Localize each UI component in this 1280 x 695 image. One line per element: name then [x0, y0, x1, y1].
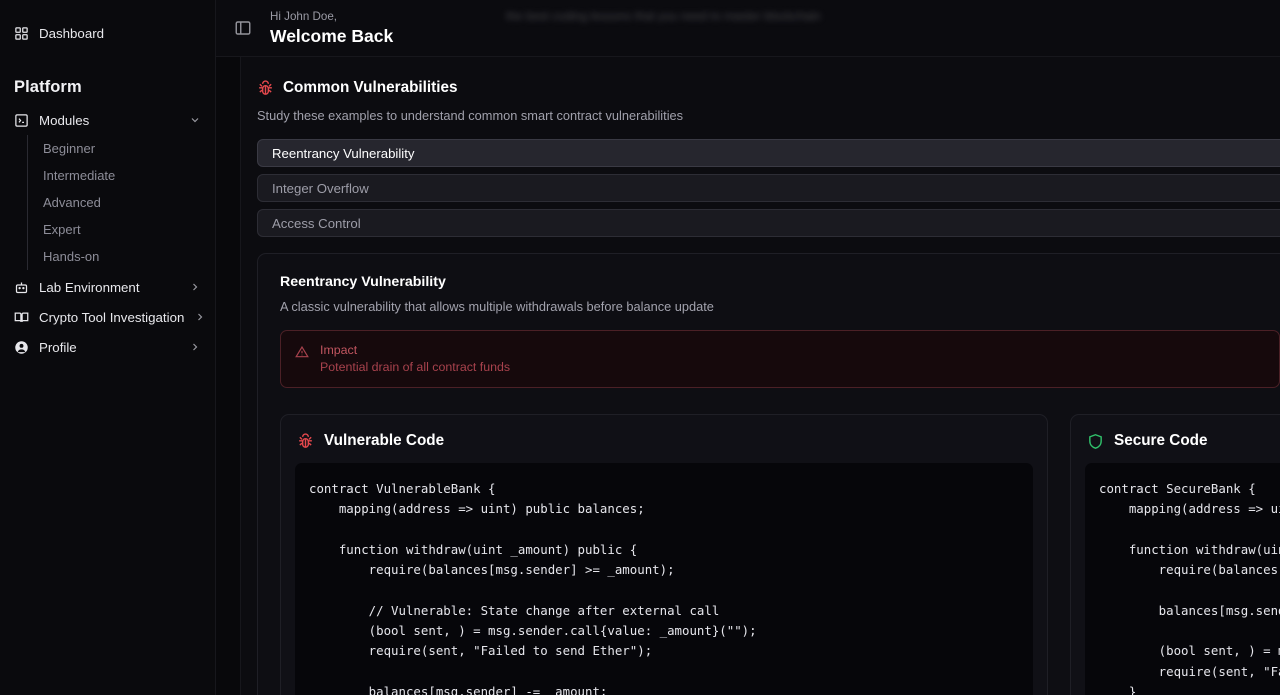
shield-icon: [1087, 433, 1104, 450]
robot-icon: [14, 280, 29, 295]
bug-icon: [257, 79, 274, 97]
vulnerable-code-card: Vulnerable Code contract VulnerableBank …: [280, 414, 1048, 695]
code-comparison: Vulnerable Code contract VulnerableBank …: [280, 414, 1280, 695]
tab-reentrancy-vulnerability[interactable]: Reentrancy Vulnerability: [257, 139, 1280, 167]
section-subtitle: Study these examples to understand commo…: [257, 108, 684, 123]
greeting: Hi John Doe, Welcome Back: [270, 9, 393, 48]
section-header: Common Vulnerabilities: [257, 79, 1280, 97]
sidebar-item-crypto-tool-investigation[interactable]: Crypto Tool Investigation: [0, 302, 215, 332]
chevron-right-icon[interactable]: [189, 341, 201, 353]
vulnerable-code-block[interactable]: contract VulnerableBank { mapping(addres…: [295, 463, 1033, 695]
impact-label: Impact: [320, 343, 358, 357]
detail-title: Reentrancy Vulnerability: [280, 274, 446, 290]
sidebar-subitem-label: Expert: [43, 222, 81, 237]
sidebar-subitem-beginner[interactable]: Beginner: [28, 135, 215, 162]
sidebar-section-title: Platform: [14, 78, 82, 96]
sidebar-item-modules[interactable]: Modules: [0, 105, 215, 135]
blurred-banner-text: the best coding lessons that you need to…: [506, 9, 821, 23]
vulnerability-tab-list: Reentrancy Vulnerability Integer Overflo…: [257, 139, 1280, 237]
grid-dashboard-icon: [14, 26, 29, 41]
secure-code-title: Secure Code: [1114, 432, 1208, 449]
book-open-icon: [14, 310, 29, 325]
sidebar: Dashboard Platform Modules Beginner Inte…: [0, 0, 216, 695]
content-panel: Common Vulnerabilities Study these examp…: [240, 57, 1280, 695]
chevron-right-icon[interactable]: [189, 281, 201, 293]
section-title: Common Vulnerabilities: [283, 79, 458, 96]
detail-description: A classic vulnerability that allows mult…: [280, 299, 714, 314]
sidebar-subitem-label: Intermediate: [43, 168, 116, 183]
tab-label: Reentrancy Vulnerability: [272, 145, 415, 161]
sidebar-item-lab-environment[interactable]: Lab Environment: [0, 272, 215, 302]
sidebar-subitem-intermediate[interactable]: Intermediate: [28, 162, 215, 189]
tab-label: Access Control: [272, 215, 361, 231]
sidebar-item-label: Lab Environment: [39, 279, 140, 295]
topbar: Hi John Doe, Welcome Back the best codin…: [216, 0, 1280, 57]
sidebar-item-dashboard[interactable]: Dashboard: [0, 18, 215, 48]
secure-code-card: Secure Code contract SecureBank { mappin…: [1070, 414, 1280, 695]
sidebar-subitem-label: Hands-on: [43, 249, 100, 264]
sidebar-item-label: Dashboard: [39, 25, 105, 41]
impact-callout: Impact Potential drain of all contract f…: [280, 330, 1280, 388]
modules-submenu: Beginner Intermediate Advanced Expert Ha…: [27, 135, 215, 270]
secure-code-header: Secure Code: [1085, 429, 1280, 463]
user-circle-icon: [14, 340, 29, 355]
sidebar-subitem-label: Advanced: [43, 195, 101, 210]
vulnerable-code-text: contract VulnerableBank { mapping(addres…: [309, 481, 757, 695]
bug-icon: [297, 432, 314, 450]
chevron-right-icon[interactable]: [194, 311, 206, 323]
terminal-square-icon: [14, 113, 29, 128]
sidebar-subitem-expert[interactable]: Expert: [28, 216, 215, 243]
sidebar-item-profile[interactable]: Profile: [0, 332, 215, 362]
page-title: Welcome Back: [270, 25, 394, 46]
secure-code-block[interactable]: contract SecureBank { mapping(address =>…: [1085, 463, 1280, 695]
tab-label: Integer Overflow: [272, 180, 369, 196]
vulnerability-detail-card: Reentrancy Vulnerability A classic vulne…: [257, 253, 1280, 695]
sidebar-item-label: Profile: [39, 339, 77, 355]
vulnerable-code-title: Vulnerable Code: [324, 432, 445, 449]
main-area: Hi John Doe, Welcome Back the best codin…: [216, 0, 1280, 695]
sidebar-subitem-advanced[interactable]: Advanced: [28, 189, 215, 216]
sidebar-subitem-hands-on[interactable]: Hands-on: [28, 243, 215, 270]
secure-code-text: contract SecureBank { mapping(address =>…: [1099, 481, 1280, 695]
warning-triangle-icon: [295, 345, 309, 359]
chevron-down-icon[interactable]: [189, 114, 201, 126]
greeting-small: Hi John Doe,: [270, 9, 338, 23]
tab-access-control[interactable]: Access Control: [257, 209, 1280, 237]
tab-integer-overflow[interactable]: Integer Overflow: [257, 174, 1280, 202]
sidebar-subitem-label: Beginner: [43, 141, 96, 156]
sidebar-item-label: Crypto Tool Investigation: [39, 309, 185, 325]
sidebar-item-label: Modules: [39, 112, 90, 128]
panel-left-icon[interactable]: [234, 19, 252, 37]
impact-text: Potential drain of all contract funds: [320, 360, 511, 374]
vulnerable-code-header: Vulnerable Code: [295, 429, 1033, 463]
